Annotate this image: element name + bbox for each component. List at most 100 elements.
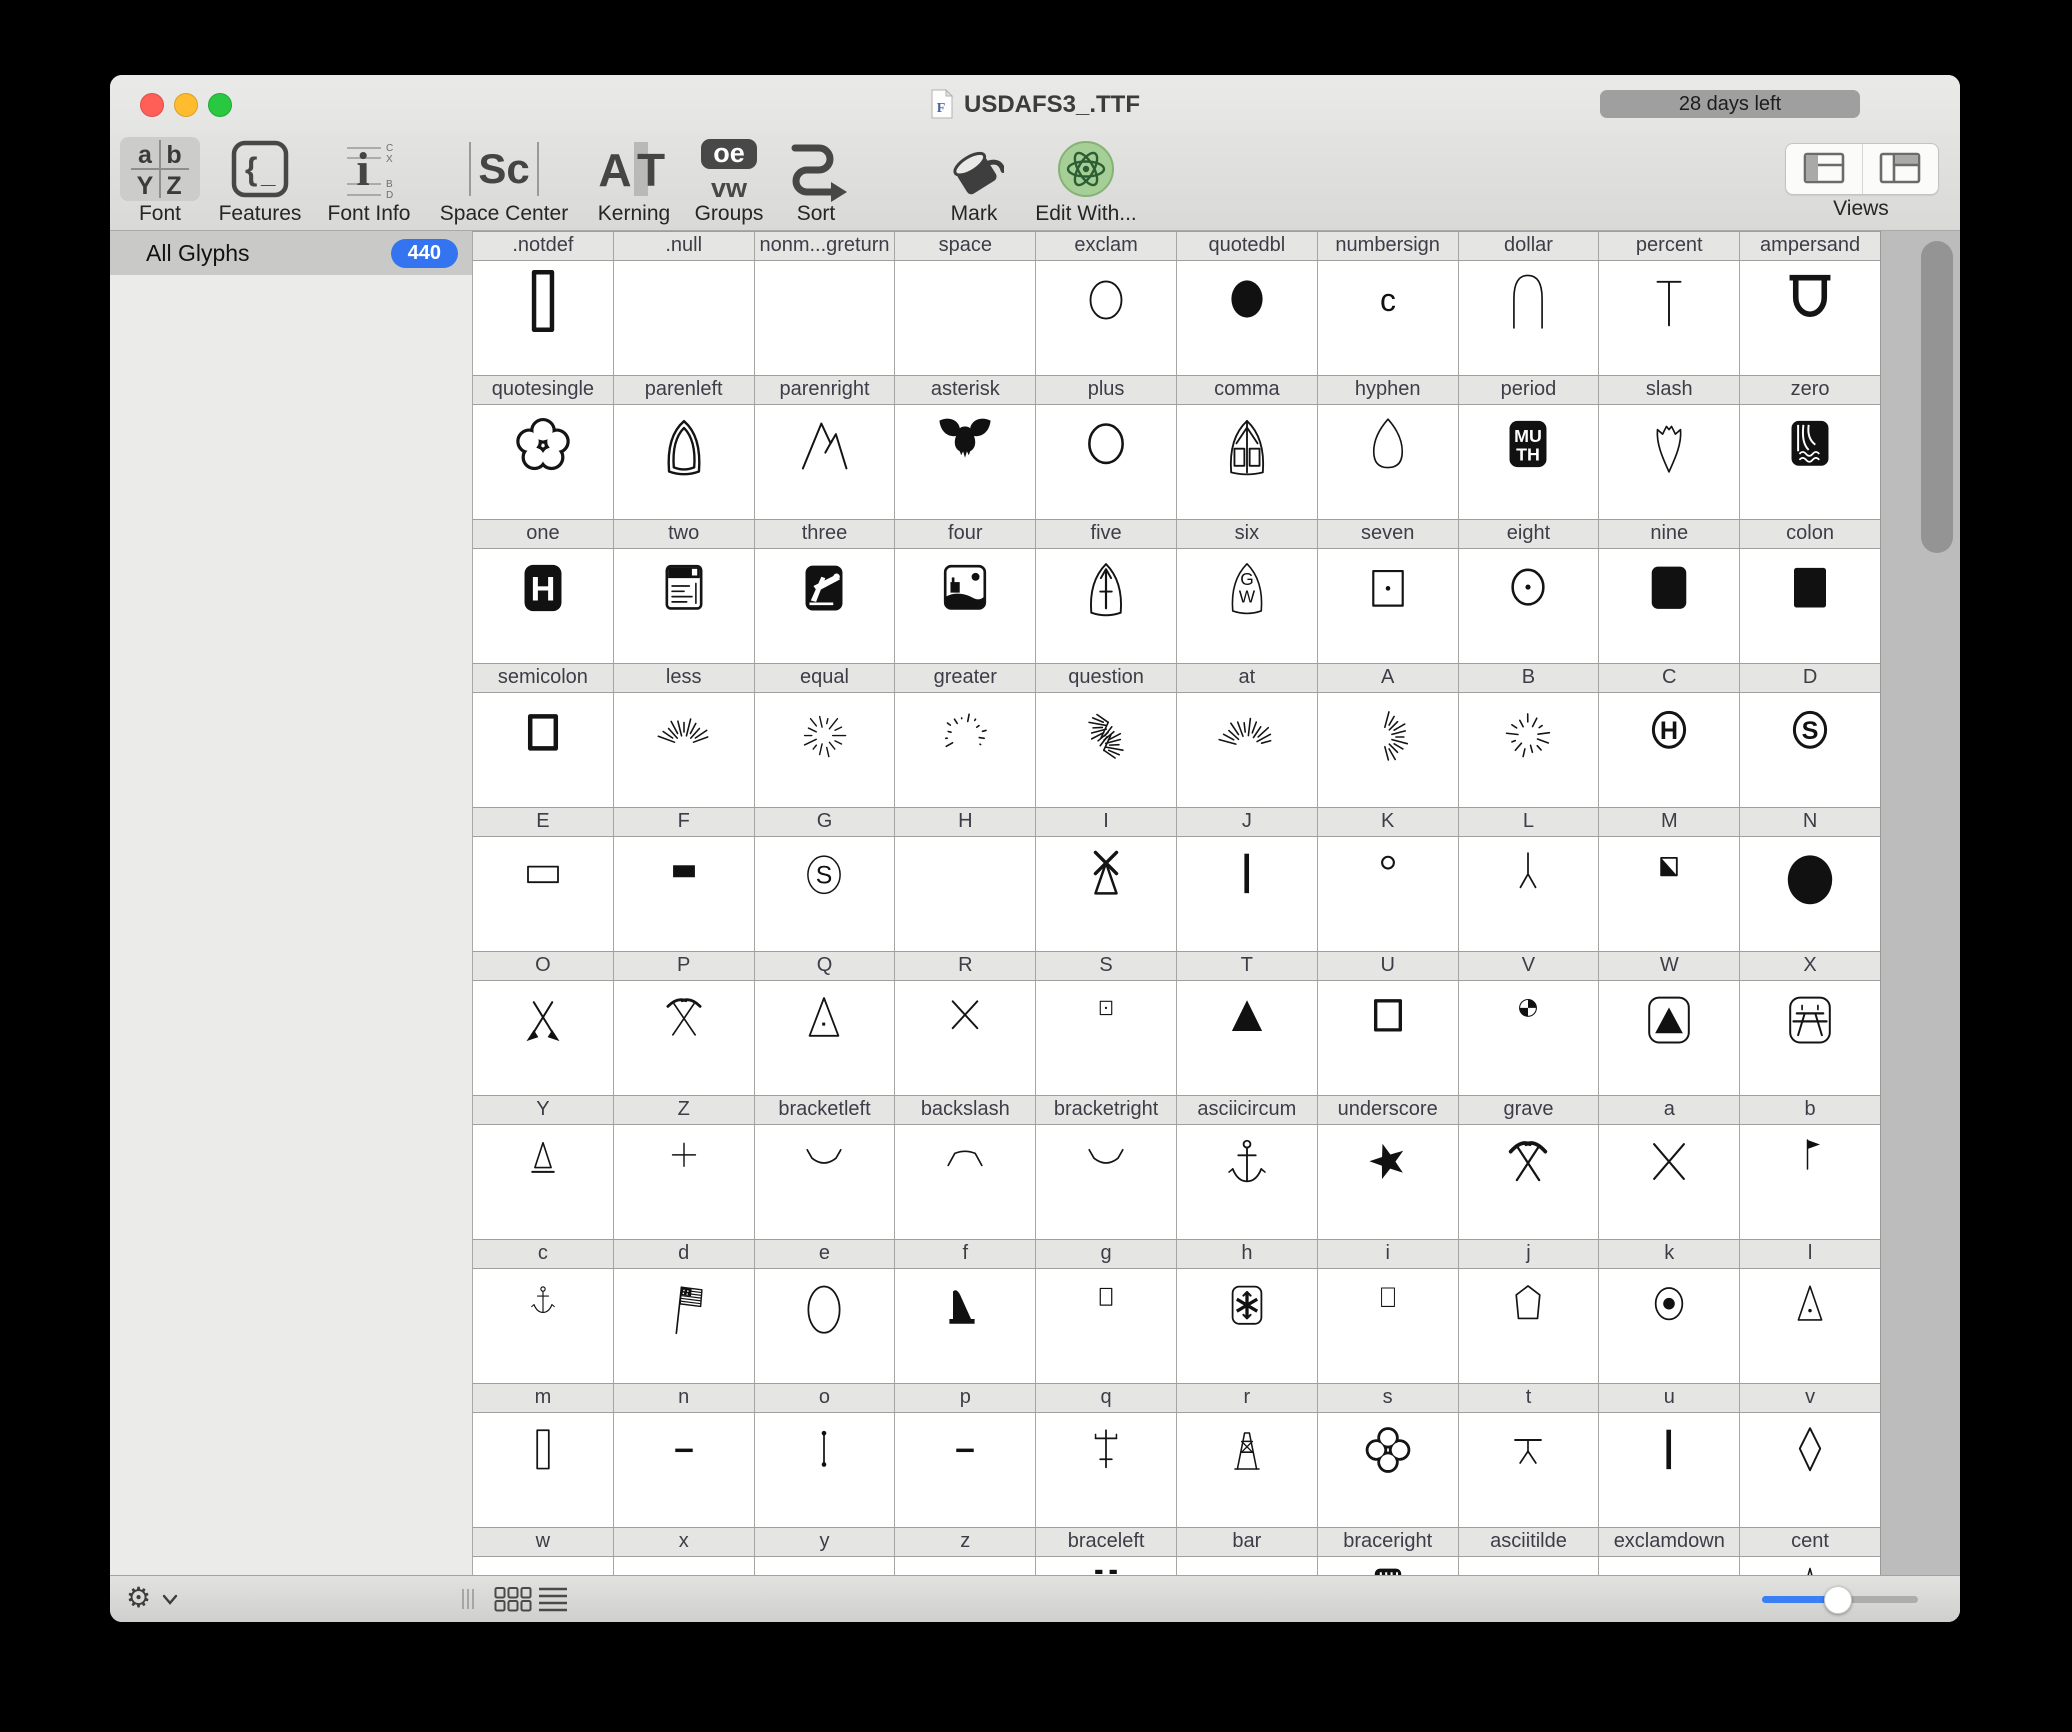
glyph-cell[interactable] [1599, 1413, 1741, 1527]
glyph-cell[interactable] [755, 1413, 896, 1527]
glyph-cell[interactable] [1318, 837, 1459, 951]
glyph-cell[interactable]: H [473, 549, 614, 663]
sidebar-resize-handle[interactable] [460, 1588, 478, 1615]
glyph-cell[interactable] [1599, 981, 1741, 1095]
glyph-cell[interactable] [1740, 549, 1881, 663]
glyph-cell[interactable] [1459, 1557, 1600, 1576]
glyph-cell[interactable] [895, 405, 1037, 519]
gear-icon[interactable]: ⚙ [126, 1581, 151, 1614]
glyph-cell[interactable] [895, 837, 1037, 951]
glyph-cell[interactable] [1740, 837, 1881, 951]
glyph-cell[interactable] [1177, 837, 1318, 951]
glyph-cell[interactable] [1599, 549, 1741, 663]
glyph-cell[interactable] [1036, 405, 1177, 519]
glyph-cell[interactable] [1177, 981, 1318, 1095]
toolbar-item-font[interactable]: a b Y Z Font [120, 137, 200, 226]
glyph-cell[interactable] [895, 1125, 1037, 1239]
glyph-cell[interactable] [895, 1269, 1037, 1383]
glyph-cell[interactable] [1740, 1125, 1881, 1239]
glyph-cell[interactable] [755, 1557, 896, 1576]
glyph-cell[interactable] [614, 1557, 755, 1576]
glyph-cell[interactable] [1036, 1269, 1177, 1383]
glyph-cell[interactable] [755, 549, 896, 663]
glyph-cell[interactable] [1459, 549, 1600, 663]
glyph-cell[interactable] [895, 693, 1037, 807]
glyph-cell[interactable] [614, 1413, 755, 1527]
glyph-cell[interactable] [895, 549, 1037, 663]
glyph-cell[interactable] [755, 693, 896, 807]
sidebar-item-all-glyphs[interactable]: All Glyphs 440 [110, 231, 472, 275]
glyph-cell[interactable] [1177, 1269, 1318, 1383]
glyph-cell[interactable] [614, 1125, 755, 1239]
glyph-cell[interactable] [1177, 1413, 1318, 1527]
glyph-cell[interactable] [1599, 1125, 1741, 1239]
glyph-cell[interactable]: MU TH [1459, 405, 1600, 519]
glyph-cell[interactable]: H [1599, 693, 1741, 807]
glyph-cell[interactable] [1318, 405, 1459, 519]
glyph-cell[interactable] [1599, 837, 1741, 951]
glyph-cell[interactable] [755, 1125, 896, 1239]
scrollbar-thumb[interactable] [1921, 241, 1953, 553]
glyph-cell[interactable] [1177, 261, 1318, 375]
view-toggle-button-1[interactable] [1786, 144, 1863, 194]
glyph-cell[interactable] [473, 405, 614, 519]
glyph-cell[interactable] [1036, 837, 1177, 951]
glyph-cell[interactable] [614, 837, 755, 951]
glyph-cell[interactable] [895, 981, 1037, 1095]
glyph-cell[interactable] [1036, 261, 1177, 375]
glyph-cell[interactable]: S [755, 837, 896, 951]
view-toggle-button-2[interactable] [1863, 144, 1939, 194]
glyph-cell[interactable] [614, 405, 755, 519]
glyph-cell[interactable] [755, 405, 896, 519]
glyph-cell[interactable] [614, 261, 755, 375]
glyph-cell[interactable] [1459, 1413, 1600, 1527]
toolbar-item-font-info[interactable]: i C X B D Font Info [310, 137, 428, 226]
glyph-cell[interactable] [614, 693, 755, 807]
glyph-cell[interactable] [895, 261, 1037, 375]
glyph-cell[interactable] [1318, 1413, 1459, 1527]
chevron-down-icon[interactable] [162, 1592, 178, 1610]
glyph-cell[interactable] [1318, 1269, 1459, 1383]
glyph-cell[interactable] [473, 261, 614, 375]
glyph-cell[interactable] [473, 837, 614, 951]
toolbar-item-edit-with[interactable]: Edit With... [1016, 137, 1156, 226]
glyph-cell[interactable]: S [1740, 693, 1881, 807]
glyph-cell[interactable] [1599, 405, 1741, 519]
glyph-cell[interactable] [614, 1269, 755, 1383]
trial-badge[interactable]: 28 days left [1600, 90, 1860, 118]
glyph-cell[interactable] [1036, 981, 1177, 1095]
glyph-cell[interactable] [1036, 549, 1177, 663]
glyph-cell[interactable] [1599, 261, 1741, 375]
glyph-cell[interactable] [473, 1413, 614, 1527]
glyph-cell[interactable] [1459, 1125, 1600, 1239]
glyph-cell[interactable] [1318, 1125, 1459, 1239]
toolbar-item-sort[interactable]: Sort [776, 137, 856, 226]
glyph-cell[interactable] [1459, 837, 1600, 951]
list-view-icon[interactable] [538, 1586, 568, 1618]
glyph-cell[interactable] [1459, 1269, 1600, 1383]
scrollbar[interactable] [1880, 231, 1960, 1576]
glyph-cell[interactable] [473, 1557, 614, 1576]
glyph-cell[interactable] [895, 1413, 1037, 1527]
glyph-cell[interactable] [895, 1557, 1037, 1576]
toolbar-item-kerning[interactable]: A T Kerning [588, 137, 680, 226]
grid-view-icon[interactable] [494, 1586, 532, 1618]
glyph-cell[interactable] [1177, 405, 1318, 519]
glyph-cell[interactable] [1599, 1269, 1741, 1383]
glyph-cell[interactable] [1318, 981, 1459, 1095]
toolbar-item-mark[interactable]: Mark [926, 137, 1022, 226]
glyph-cell[interactable] [1318, 549, 1459, 663]
glyph-cell[interactable] [614, 981, 755, 1095]
glyph-cell[interactable] [1740, 1557, 1881, 1576]
glyph-cell[interactable] [473, 981, 614, 1095]
glyph-cell[interactable]: c [1318, 261, 1459, 375]
glyph-cell[interactable] [1177, 693, 1318, 807]
glyph-cell[interactable] [1599, 1557, 1741, 1576]
glyph-cell[interactable] [473, 1269, 614, 1383]
glyph-cell[interactable] [1177, 1557, 1318, 1576]
slider-knob[interactable] [1823, 1586, 1852, 1614]
glyph-cell[interactable] [1740, 405, 1881, 519]
glyph-cell[interactable] [1318, 693, 1459, 807]
toolbar-item-groups[interactable]: oe vw Groups [688, 137, 770, 226]
glyph-cell[interactable] [1740, 1413, 1881, 1527]
